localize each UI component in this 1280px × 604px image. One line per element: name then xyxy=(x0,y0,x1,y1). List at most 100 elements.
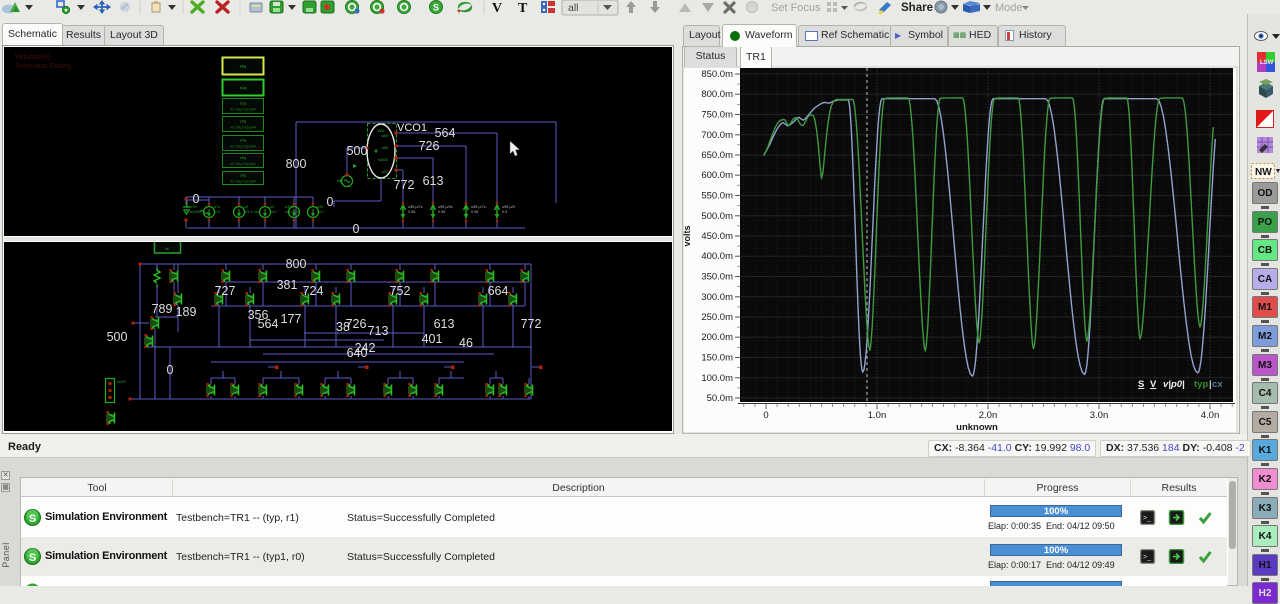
svg-text:650.0m: 650.0m xyxy=(701,150,733,161)
svg-text:300.0m: 300.0m xyxy=(701,292,733,303)
svg-text:2.0n: 2.0n xyxy=(979,410,998,421)
svg-text:mn7: mn7 xyxy=(317,210,324,214)
svg-text:50.0m: 50.0m xyxy=(707,393,733,404)
svg-text:w150P: w150P xyxy=(190,210,202,214)
svg-text:u7u: u7u xyxy=(214,205,220,209)
svg-text:NW: NW xyxy=(1255,167,1272,178)
svg-text:s6q: s6q xyxy=(240,173,246,178)
svg-text:u98 µ/7s: u98 µ/7s xyxy=(408,205,423,209)
svg-text:unknown: unknown xyxy=(956,422,998,433)
svg-text:u50: u50 xyxy=(381,133,388,138)
svg-text:0.98: 0.98 xyxy=(408,210,415,214)
svg-text:4.0n: 4.0n xyxy=(1201,410,1220,421)
svg-text:0: 0 xyxy=(327,195,334,209)
svg-text:177: 177 xyxy=(281,312,302,326)
svg-text:564: 564 xyxy=(435,126,456,140)
svg-text:w100: w100 xyxy=(378,157,388,162)
svg-text:724: 724 xyxy=(303,284,324,298)
svg-text:T: T xyxy=(518,1,528,16)
svg-text:volts: volts xyxy=(682,225,692,246)
svg-text:772: 772 xyxy=(521,317,542,331)
svg-text:s4q: s4q xyxy=(240,138,246,143)
svg-text:0.98: 0.98 xyxy=(471,210,478,214)
svg-text:713: 713 xyxy=(368,324,389,338)
svg-text:752: 752 xyxy=(390,284,411,298)
svg-text:772: 772 xyxy=(394,178,415,192)
svg-text:u90: u90 xyxy=(381,145,388,150)
svg-text:350.0m: 350.0m xyxy=(701,272,733,283)
svg-text:S: S xyxy=(29,552,36,564)
svg-text:800.0m: 800.0m xyxy=(701,89,733,100)
svg-text:mn7: mn7 xyxy=(270,210,277,214)
svg-text:typ: typ xyxy=(1194,379,1208,390)
svg-text:640: 640 xyxy=(347,346,368,360)
svg-text:s5q: s5q xyxy=(240,155,246,160)
svg-text:cx: cx xyxy=(1212,379,1223,390)
svg-text:w7,r9q,r7q9,q44: w7,r9q,r7q9,q44 xyxy=(230,180,255,184)
svg-text:789: 789 xyxy=(152,302,173,316)
svg-text:s0q: s0q xyxy=(240,64,246,69)
svg-text:500.0m: 500.0m xyxy=(701,211,733,222)
svg-text:u4: u4 xyxy=(270,205,274,209)
svg-text:V: V xyxy=(492,1,502,16)
svg-text:s1q: s1q xyxy=(240,85,246,90)
svg-text:200.0m: 200.0m xyxy=(701,332,733,343)
svg-text:VCO1: VCO1 xyxy=(397,122,427,134)
svg-text:664: 664 xyxy=(488,284,509,298)
svg-text:700.0m: 700.0m xyxy=(701,130,733,141)
svg-text:Virtuoso(R): Virtuoso(R) xyxy=(15,54,50,61)
svg-text:500: 500 xyxy=(347,144,368,158)
svg-text:0: 0 xyxy=(763,410,768,421)
svg-text:w7,r9q,r7q9,q44: w7,r9q,r7q9,q44 xyxy=(230,108,255,112)
svg-text:m3.9 mn: m3.9 mn xyxy=(244,210,259,214)
svg-text:613: 613 xyxy=(434,317,455,331)
svg-text:800: 800 xyxy=(286,157,307,171)
svg-text:S: S xyxy=(29,513,36,525)
svg-text:1.0n: 1.0n xyxy=(868,410,887,421)
svg-text:0: 0 xyxy=(167,363,174,377)
svg-text:0: 0 xyxy=(193,192,200,206)
svg-text:u98 µ/7s: u98 µ/7s xyxy=(471,205,486,209)
svg-text:>_: >_ xyxy=(1143,515,1151,522)
svg-text:3.0n: 3.0n xyxy=(1090,410,1109,421)
svg-text:400.0m: 400.0m xyxy=(701,251,733,262)
svg-text:401: 401 xyxy=(422,332,443,346)
svg-text:800: 800 xyxy=(286,257,307,271)
svg-text:s3q: s3q xyxy=(240,119,246,124)
svg-text:u98 µ/9s: u98 µ/9s xyxy=(438,205,453,209)
svg-text:726: 726 xyxy=(346,317,367,331)
svg-text:u300: u300 xyxy=(285,205,293,209)
svg-text:S: S xyxy=(1138,379,1144,390)
svg-text:w7,r9q,r7q9,q44: w7,r9q,r7q9,q44 xyxy=(230,145,255,149)
svg-text:189: 189 xyxy=(176,305,197,319)
svg-text:s2q: s2q xyxy=(240,101,246,106)
svg-text:0.98: 0.98 xyxy=(438,210,445,214)
svg-text:u0vR: u0vR xyxy=(117,380,126,384)
svg-text:all: all xyxy=(568,2,579,14)
svg-text:750.0m: 750.0m xyxy=(701,110,733,121)
svg-text:613: 613 xyxy=(423,174,444,188)
svg-text:550.0m: 550.0m xyxy=(701,191,733,202)
svg-text:726: 726 xyxy=(419,139,440,153)
svg-text:Schematic Editing: Schematic Editing xyxy=(15,63,71,70)
svg-text:100.0m: 100.0m xyxy=(701,373,733,384)
svg-text:LSW: LSW xyxy=(1260,60,1274,66)
svg-text:i2.0: i2.0 xyxy=(214,210,220,214)
svg-text:850.0m: 850.0m xyxy=(701,69,733,80)
svg-text:v|p0|: v|p0| xyxy=(1163,379,1185,390)
svg-text:381: 381 xyxy=(277,278,298,292)
svg-text:250.0m: 250.0m xyxy=(701,312,733,323)
svg-text:u9: u9 xyxy=(244,205,248,209)
svg-text:u98 µ/5: u98 µ/5 xyxy=(502,205,515,209)
svg-text:w7,r9q,r7q9,q44: w7,r9q,r7q9,q44 xyxy=(230,162,255,166)
svg-text:Mode: Mode xyxy=(995,2,1023,14)
svg-text:Share: Share xyxy=(901,2,933,14)
svg-text:500: 500 xyxy=(107,330,128,344)
svg-text:u90: u90 xyxy=(317,205,323,209)
svg-text:450.0m: 450.0m xyxy=(701,231,733,242)
svg-text:m3.9 p6: m3.9 p6 xyxy=(285,210,299,214)
svg-text:Set Focus: Set Focus xyxy=(771,2,821,14)
svg-text:564: 564 xyxy=(258,317,279,331)
svg-text:>_: >_ xyxy=(1143,554,1151,561)
svg-text:46: 46 xyxy=(459,336,473,350)
